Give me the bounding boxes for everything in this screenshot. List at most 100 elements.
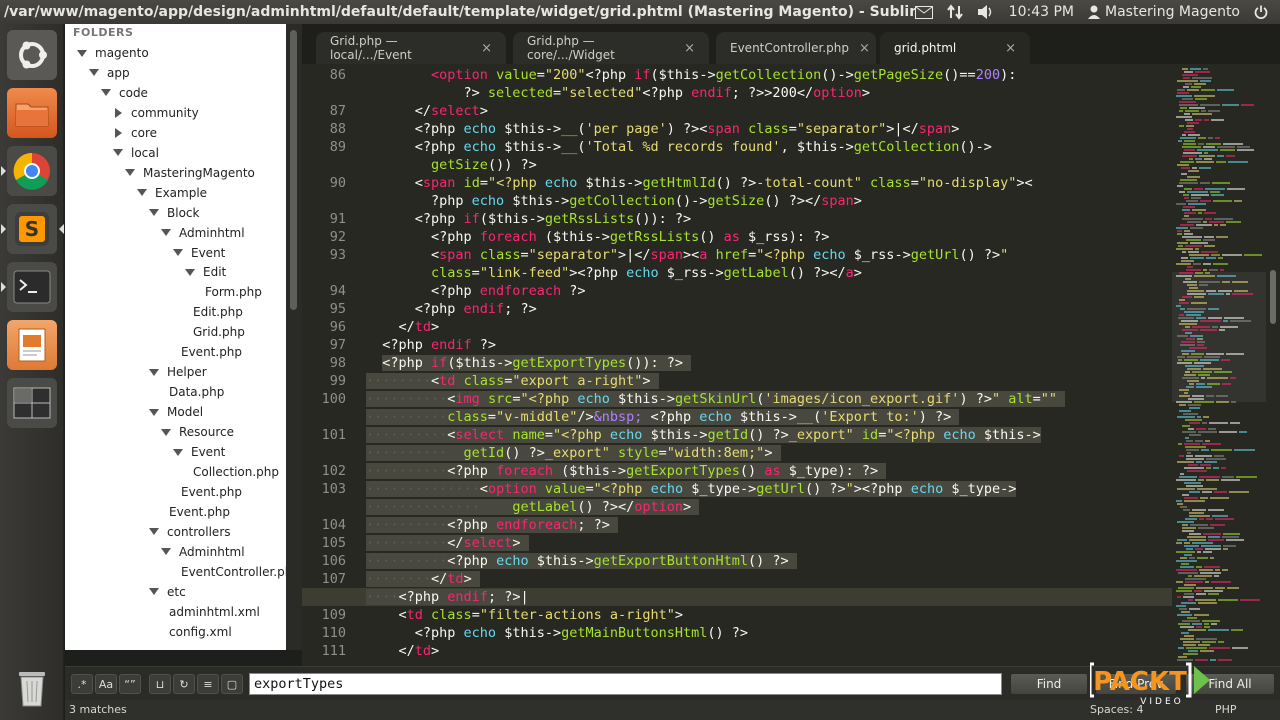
code-line[interactable]: ··········</select> bbox=[366, 534, 529, 552]
tree-folder[interactable]: core bbox=[113, 123, 157, 143]
tree-folder[interactable]: etc bbox=[149, 582, 186, 602]
workspace-switcher-icon[interactable] bbox=[7, 378, 57, 428]
presentation-icon[interactable] bbox=[7, 320, 57, 370]
code-line[interactable]: ·········· getId() ?>_export" style="wid… bbox=[366, 444, 781, 462]
code-line[interactable]: <?php echo $this->getMainButtonsHtml() ?… bbox=[366, 624, 748, 642]
volume-icon[interactable] bbox=[977, 4, 995, 20]
code-line[interactable]: ··········<?php foreach ($this->getExpor… bbox=[366, 462, 887, 480]
code-line[interactable]: ·············· getLabel() ?></option> bbox=[366, 498, 700, 516]
tree-folder[interactable]: Event bbox=[173, 442, 225, 462]
code-editor[interactable]: 86 87 88 89 90 91 92 93 94 95 96 97 98 99 100 101 102 103… bbox=[302, 64, 1172, 666]
tree-folder[interactable]: Model bbox=[149, 402, 203, 422]
disclosure-open-icon[interactable] bbox=[101, 89, 111, 97]
ubuntu-dash-icon[interactable] bbox=[7, 30, 57, 80]
close-icon[interactable]: × bbox=[859, 41, 870, 56]
clock[interactable]: 10:43 PM bbox=[1009, 4, 1074, 20]
find-input[interactable] bbox=[249, 673, 1002, 695]
code-line[interactable]: ··········class="v-middle"/>&nbsp; <?php… bbox=[366, 408, 960, 426]
disclosure-open-icon[interactable] bbox=[137, 189, 147, 197]
disclosure-open-icon[interactable] bbox=[89, 69, 99, 77]
trash-icon[interactable] bbox=[7, 662, 57, 712]
tree-folder[interactable]: controllers bbox=[149, 522, 231, 542]
minimap[interactable] bbox=[1172, 64, 1266, 666]
tree-folder[interactable]: magento bbox=[77, 43, 149, 63]
tab-grid-php-core[interactable]: Grid.php — core/.../Widget × bbox=[513, 32, 709, 64]
code-line[interactable]: <td class="filter-actions a-right"> bbox=[366, 606, 684, 624]
code-line[interactable]: ········<td class="export a-right"> bbox=[366, 372, 659, 390]
tree-folder[interactable]: Example bbox=[137, 183, 207, 203]
code-line[interactable]: <span id="<?php echo $this->getHtmlId() … bbox=[366, 174, 1033, 192]
code-line[interactable]: <?php if($this->getRssLists()): ?> bbox=[366, 210, 691, 228]
disclosure-open-icon[interactable] bbox=[149, 588, 159, 596]
disclosure-open-icon[interactable] bbox=[125, 169, 135, 177]
code-line[interactable]: ··············<option value="<?php echo … bbox=[366, 480, 1017, 498]
sublime-text-icon[interactable]: S bbox=[1, 204, 64, 254]
tree-file[interactable]: Event.php bbox=[181, 342, 242, 362]
code-line[interactable]: ··········<select name="<?php echo $this… bbox=[366, 426, 1041, 444]
regex-toggle[interactable]: .* bbox=[71, 674, 93, 694]
tab-grid-phtml[interactable]: grid.phtml × bbox=[880, 32, 1030, 64]
syntax-setting[interactable]: PHP bbox=[1215, 700, 1237, 720]
tree-file[interactable]: Event.php bbox=[169, 502, 230, 522]
tree-folder[interactable]: Edit bbox=[185, 262, 226, 282]
code-line[interactable]: </select> bbox=[366, 102, 488, 120]
code-line[interactable]: <?php endif ?> bbox=[366, 336, 496, 354]
tree-folder[interactable]: Block bbox=[149, 203, 199, 223]
disclosure-open-icon[interactable] bbox=[161, 548, 171, 556]
disclosure-open-icon[interactable] bbox=[173, 448, 183, 456]
case-sensitive-toggle[interactable]: Aa bbox=[95, 674, 117, 694]
code-line[interactable]: ··········<img src="<?php echo $this->ge… bbox=[366, 390, 1066, 408]
code-line[interactable]: ?> selected="selected"<?php endif; ?>>20… bbox=[366, 84, 870, 102]
editor-scroll-thumb[interactable] bbox=[1270, 270, 1276, 324]
code-line[interactable]: <?php echo $this->__('per page') ?><span… bbox=[366, 120, 960, 138]
code-line[interactable]: ··········<?php echo $this->getExportBut… bbox=[366, 552, 797, 570]
code-line[interactable]: ··········<?php endforeach; ?> bbox=[366, 516, 618, 534]
tree-file[interactable]: Edit.php bbox=[193, 302, 243, 322]
chrome-icon[interactable] bbox=[1, 146, 57, 196]
code-line[interactable]: <?php if($this->getExportTypes()): ?> bbox=[366, 354, 692, 372]
disclosure-open-icon[interactable] bbox=[149, 408, 159, 416]
disclosure-open-icon[interactable] bbox=[185, 268, 195, 276]
tree-folder[interactable]: Adminhtml bbox=[161, 542, 245, 562]
disclosure-closed-icon[interactable] bbox=[115, 107, 122, 118]
code-line[interactable]: class="link-feed"><?php echo $_rss->getL… bbox=[366, 264, 862, 282]
disclosure-open-icon[interactable] bbox=[173, 249, 183, 256]
whole-word-toggle[interactable]: “” bbox=[119, 674, 141, 694]
disclosure-open-icon[interactable] bbox=[113, 149, 123, 157]
code-line[interactable]: <?php echo $this->__('Total %d records f… bbox=[366, 138, 992, 156]
tree-folder[interactable]: Event bbox=[173, 243, 225, 263]
tab-event-controller[interactable]: EventController.php × bbox=[716, 32, 876, 64]
code-line[interactable]: ?php echo $this->getCollection()->getSiz… bbox=[366, 192, 862, 210]
disclosure-open-icon[interactable] bbox=[77, 49, 87, 57]
wrap-toggle[interactable]: ⊔ bbox=[149, 674, 171, 694]
tree-folder[interactable]: Helper bbox=[149, 362, 207, 382]
tree-file[interactable]: config.xml bbox=[169, 622, 232, 642]
tree-file[interactable]: EventController.php bbox=[181, 562, 286, 582]
close-icon[interactable]: × bbox=[1005, 41, 1016, 56]
files-icon[interactable] bbox=[7, 88, 57, 138]
tree-folder[interactable]: app bbox=[89, 63, 130, 83]
tree-folder[interactable]: code bbox=[101, 83, 148, 103]
code-line[interactable]: <?php endif; ?> bbox=[366, 300, 537, 318]
code-line[interactable]: ····<?php endif; ?>| bbox=[366, 588, 529, 606]
code-line[interactable]: <?php endforeach ?> bbox=[366, 282, 585, 300]
tree-file[interactable]: adminhtml.xml bbox=[169, 602, 260, 622]
tree-folder[interactable]: community bbox=[113, 103, 199, 123]
sidebar-scroll-thumb[interactable] bbox=[290, 30, 297, 310]
in-selection-icon[interactable]: ↻ bbox=[173, 674, 195, 694]
sidebar-scrollbar[interactable] bbox=[286, 24, 302, 650]
show-context-toggle[interactable]: ▢ bbox=[221, 674, 243, 694]
code-line[interactable]: </td> bbox=[366, 642, 440, 660]
terminal-icon[interactable] bbox=[1, 262, 57, 312]
highlight-matches-toggle[interactable]: ≡ bbox=[197, 674, 219, 694]
code-line[interactable]: <option value="200"<?php if($this->getCo… bbox=[366, 66, 1016, 84]
tree-file[interactable]: Event.php bbox=[181, 482, 242, 502]
tree-folder[interactable]: MasteringMagento bbox=[125, 163, 255, 183]
tree-file[interactable]: Form.php bbox=[205, 282, 262, 302]
tree-file[interactable]: Collection.php bbox=[193, 462, 279, 482]
tree-folder[interactable]: Resource bbox=[161, 422, 234, 442]
user-menu[interactable]: Mastering Magento bbox=[1088, 4, 1240, 20]
find-button[interactable]: Find bbox=[1010, 673, 1088, 695]
editor-scrollbar[interactable] bbox=[1266, 64, 1280, 666]
code-line[interactable]: ········</td> bbox=[366, 570, 480, 588]
